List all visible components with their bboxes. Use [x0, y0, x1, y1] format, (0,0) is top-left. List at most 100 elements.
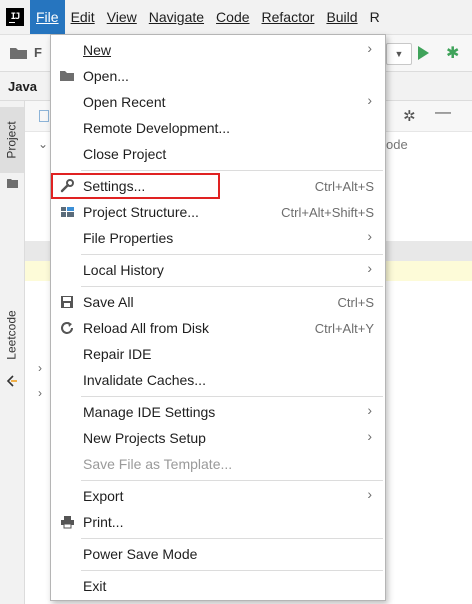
menu-navigate-label: Navigate	[148, 9, 205, 25]
menu-code[interactable]: Code	[210, 0, 255, 34]
menu-item-repair-ide-label: Repair IDE	[83, 346, 152, 362]
menu-edit[interactable]: Edit	[65, 0, 101, 34]
menu-separator	[81, 170, 383, 171]
app-logo-icon[interactable]: IJ	[6, 8, 24, 26]
gear-icon[interactable]: ✲	[403, 107, 416, 125]
reload-icon	[61, 322, 73, 334]
menu-separator	[81, 570, 383, 571]
menu-item-exit[interactable]: Exit	[51, 573, 385, 599]
menu-item-settings-shortcut: Ctrl+Alt+S	[314, 179, 374, 194]
menu-file[interactable]: File	[30, 0, 65, 34]
submenu-arrow-icon: ›	[367, 92, 372, 108]
menu-item-file-properties-label: File Properties	[83, 230, 174, 246]
menu-item-remote-development-label: Remote Development...	[83, 120, 231, 136]
chevron-right-icon[interactable]: ›	[38, 386, 42, 400]
menu-item-open-recent-label: Open Recent	[83, 94, 166, 110]
menu-separator	[81, 286, 383, 287]
menu-item-open-recent[interactable]: Open Recent ›	[51, 89, 385, 115]
open-folder-icon[interactable]	[10, 47, 28, 59]
submenu-arrow-icon: ›	[367, 402, 372, 418]
menu-item-local-history-label: Local History	[83, 262, 164, 278]
menu-item-power-save-mode[interactable]: Power Save Mode	[51, 541, 385, 567]
menu-item-invalidate-caches[interactable]: Invalidate Caches...	[51, 367, 385, 393]
leetcode-icon[interactable]	[6, 375, 18, 387]
menu-item-save-all-label: Save All	[83, 294, 134, 310]
menu-item-print-label: Print...	[83, 514, 124, 530]
menu-item-save-file-as-template: Save File as Template...	[51, 451, 385, 477]
tab-project[interactable]: Project	[0, 107, 24, 173]
left-tool-strip: Project Leetcode	[0, 101, 25, 604]
menu-file-label: File	[36, 9, 59, 25]
tab-leetcode-label: Leetcode	[5, 310, 20, 360]
chevron-right-icon[interactable]: ›	[38, 361, 42, 375]
breadcrumb[interactable]: Java	[8, 79, 37, 94]
menu-item-export[interactable]: Export ›	[51, 483, 385, 509]
tab-leetcode[interactable]: Leetcode	[0, 297, 24, 373]
menu-item-close-project[interactable]: Close Project	[51, 141, 385, 167]
menu-item-new[interactable]: New ›	[51, 37, 385, 63]
panel-icon	[39, 110, 49, 122]
menu-item-open-label: Open...	[83, 68, 129, 84]
menu-item-remote-development[interactable]: Remote Development...	[51, 115, 385, 141]
menu-item-new-label: New	[83, 42, 112, 58]
menu-item-export-label: Export	[83, 488, 124, 504]
minimize-icon[interactable]: —	[435, 104, 451, 122]
menu-separator	[81, 480, 383, 481]
chevron-down-icon[interactable]: ⌄	[38, 137, 48, 151]
menu-item-manage-ide-settings-label: Manage IDE Settings	[83, 404, 216, 420]
wrench-icon	[60, 179, 74, 193]
main-menubar: IJ File Edit View Navigate Code Refactor…	[0, 0, 472, 35]
menu-item-save-all-shortcut: Ctrl+S	[337, 295, 374, 310]
file-menu-dropdown: New › Open... Open Recent › Remote Devel…	[50, 34, 386, 601]
menu-refactor[interactable]: Refactor	[256, 0, 321, 34]
menu-item-new-projects-setup-label: New Projects Setup	[83, 430, 206, 446]
menu-item-reload-all-shortcut: Ctrl+Alt+Y	[314, 321, 374, 336]
menu-item-project-structure-label: Project Structure...	[83, 204, 199, 220]
submenu-arrow-icon: ›	[367, 486, 372, 502]
menu-item-local-history[interactable]: Local History ›	[51, 257, 385, 283]
menu-item-reload-all-label: Reload All from Disk	[83, 320, 210, 336]
menu-build-label: Build	[326, 9, 358, 25]
menu-item-project-structure[interactable]: Project Structure... Ctrl+Alt+Shift+S	[51, 199, 385, 225]
menu-item-exit-label: Exit	[83, 578, 107, 594]
project-chip[interactable]: F	[34, 45, 42, 60]
menu-view-label: View	[106, 9, 137, 25]
menu-item-save-all[interactable]: Save All Ctrl+S	[51, 289, 385, 315]
submenu-arrow-icon: ›	[367, 260, 372, 276]
menu-item-settings[interactable]: Settings... Ctrl+Alt+S	[51, 173, 385, 199]
run-icon[interactable]	[418, 46, 429, 60]
submenu-arrow-icon: ›	[367, 228, 372, 244]
run-config-dropdown[interactable]: ▼	[386, 43, 412, 65]
menu-run-label: R	[369, 9, 380, 25]
menu-item-file-properties[interactable]: File Properties ›	[51, 225, 385, 251]
print-icon	[61, 516, 74, 529]
chevron-down-icon: ▼	[394, 49, 404, 59]
menu-separator	[81, 254, 383, 255]
code-hint-text: ode	[386, 137, 408, 152]
menu-item-label: New	[83, 42, 111, 58]
menu-item-project-structure-shortcut: Ctrl+Alt+Shift+S	[281, 205, 374, 220]
menu-item-close-project-label: Close Project	[83, 146, 167, 162]
menu-view[interactable]: View	[101, 0, 143, 34]
menu-item-open[interactable]: Open...	[51, 63, 385, 89]
folder-icon	[7, 179, 18, 188]
submenu-arrow-icon: ›	[367, 40, 372, 56]
menu-separator	[81, 396, 383, 397]
menu-item-print[interactable]: Print...	[51, 509, 385, 535]
menu-item-new-projects-setup[interactable]: New Projects Setup ›	[51, 425, 385, 451]
menu-item-settings-label: Settings...	[83, 178, 146, 194]
menu-build[interactable]: Build	[320, 0, 363, 34]
debug-icon[interactable]: ✱	[446, 43, 459, 63]
menu-run[interactable]: R	[364, 0, 386, 34]
tab-project-label: Project	[5, 121, 20, 159]
menu-refactor-label: Refactor	[261, 9, 315, 25]
menu-item-save-file-as-template-label: Save File as Template...	[83, 456, 233, 472]
menu-item-reload-all[interactable]: Reload All from Disk Ctrl+Alt+Y	[51, 315, 385, 341]
menu-edit-label: Edit	[70, 9, 95, 25]
menu-navigate[interactable]: Navigate	[143, 0, 210, 34]
menu-item-repair-ide[interactable]: Repair IDE	[51, 341, 385, 367]
menu-item-manage-ide-settings[interactable]: Manage IDE Settings ›	[51, 399, 385, 425]
folder-icon	[60, 71, 74, 81]
save-icon	[61, 296, 73, 308]
submenu-arrow-icon: ›	[367, 428, 372, 444]
